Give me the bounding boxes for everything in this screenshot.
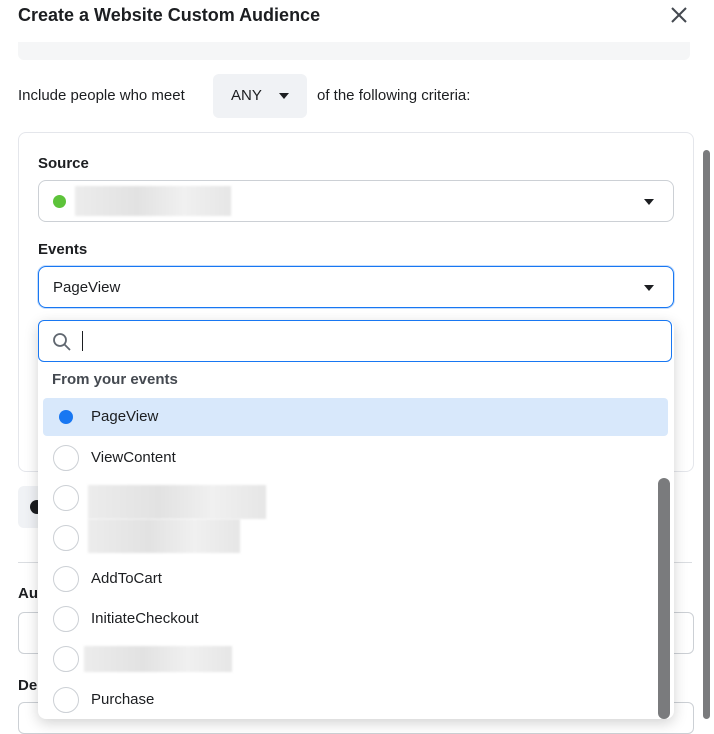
option-label: Purchase bbox=[91, 691, 155, 708]
match-type-value: ANY bbox=[231, 87, 262, 104]
event-option-initiatecheckout[interactable]: InitiateCheckout bbox=[43, 600, 668, 638]
caret-down-icon bbox=[279, 93, 289, 99]
option-label: PageView bbox=[91, 408, 159, 425]
redacted-option-label bbox=[88, 519, 240, 553]
event-option-addtocart[interactable]: AddToCart bbox=[43, 560, 668, 598]
criteria-row: Include people who meet ANY of the follo… bbox=[18, 74, 698, 118]
events-select[interactable]: PageView bbox=[38, 266, 674, 308]
events-search-input[interactable] bbox=[38, 320, 672, 362]
event-option-pageview[interactable]: PageView bbox=[43, 398, 668, 436]
audience-name-label: Au bbox=[18, 585, 38, 602]
description-label: De bbox=[18, 677, 38, 694]
caret-down-icon bbox=[644, 285, 654, 291]
event-option-purchase[interactable]: Purchase bbox=[43, 681, 668, 719]
redacted-option-label bbox=[84, 646, 232, 672]
option-label: InitiateCheckout bbox=[91, 610, 199, 627]
radio-icon bbox=[53, 485, 79, 511]
event-option-redacted[interactable] bbox=[43, 519, 668, 557]
dialog-title: Create a Website Custom Audience bbox=[18, 5, 321, 25]
radio-icon bbox=[53, 606, 79, 632]
event-option-viewcontent[interactable]: ViewContent bbox=[43, 439, 668, 477]
criteria-prefix: Include people who meet bbox=[18, 87, 185, 104]
text-cursor bbox=[82, 331, 83, 351]
redacted-option-label bbox=[88, 485, 266, 519]
radio-icon bbox=[53, 566, 79, 592]
radio-icon bbox=[53, 646, 79, 672]
event-option-redacted[interactable] bbox=[43, 640, 668, 678]
radio-icon bbox=[53, 445, 79, 471]
close-icon[interactable] bbox=[668, 4, 690, 26]
header-divider bbox=[18, 42, 690, 60]
events-dropdown-menu: From your events PageView ViewContent Ad… bbox=[38, 320, 674, 719]
source-select[interactable] bbox=[38, 180, 674, 222]
events-selected-value: PageView bbox=[53, 279, 121, 296]
dialog-header: Create a Website Custom Audience bbox=[0, 0, 714, 34]
event-option-redacted[interactable] bbox=[43, 479, 668, 519]
section-header: From your events bbox=[52, 371, 178, 388]
search-icon bbox=[53, 333, 71, 351]
source-label: Source bbox=[38, 155, 89, 172]
match-type-dropdown[interactable]: ANY bbox=[213, 74, 307, 118]
radio-icon bbox=[53, 687, 79, 713]
radio-icon bbox=[53, 525, 79, 551]
caret-down-icon bbox=[644, 199, 654, 205]
status-dot-icon bbox=[53, 195, 66, 208]
dialog-scrollbar[interactable] bbox=[703, 150, 710, 719]
dropdown-scrollbar[interactable] bbox=[658, 478, 670, 719]
redacted-source-name bbox=[75, 186, 231, 216]
events-label: Events bbox=[38, 241, 88, 258]
radio-selected-icon bbox=[53, 404, 79, 430]
criteria-suffix: of the following criteria: bbox=[317, 87, 471, 104]
option-label: AddToCart bbox=[91, 570, 162, 587]
option-label: ViewContent bbox=[91, 449, 176, 466]
